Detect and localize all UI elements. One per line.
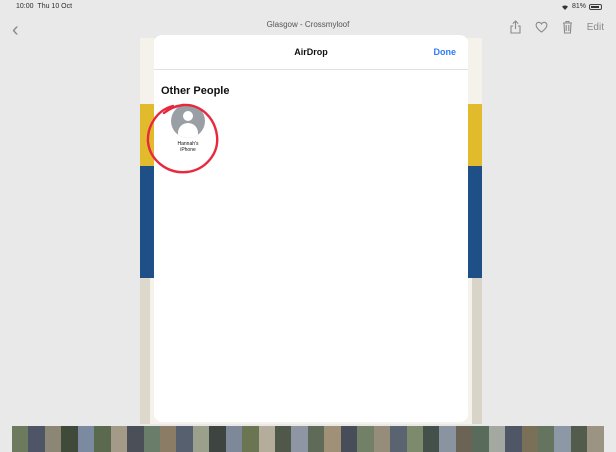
sheet-header: AirDrop Done (154, 35, 468, 70)
photo-right-edge (472, 278, 482, 424)
section-heading: Other People (161, 85, 230, 97)
airdrop-sheet: AirDrop Done Other People Hannah's iPhon… (154, 35, 468, 422)
trash-icon[interactable] (562, 20, 573, 34)
person-avatar-icon (171, 104, 205, 138)
battery-icon (589, 3, 602, 10)
photo-left-edge (140, 278, 150, 424)
status-bar: 10:00 Thu 10 Oct 81% (0, 0, 616, 14)
heart-icon[interactable] (535, 21, 548, 33)
status-right: 81% (561, 3, 602, 10)
share-icon[interactable] (510, 20, 521, 34)
wifi-icon (561, 4, 568, 10)
nav-actions: Edit (510, 20, 604, 34)
airdrop-person[interactable]: Hannah's iPhone (165, 104, 211, 153)
thumbnail-strip[interactable] (12, 426, 604, 452)
edit-button[interactable]: Edit (587, 22, 604, 33)
sheet-title: AirDrop (294, 47, 328, 57)
status-time: 10:00 Thu 10 Oct (16, 3, 73, 10)
battery-percent: 81% (571, 3, 586, 10)
device-name: Hannah's iPhone (177, 141, 199, 153)
done-button[interactable]: Done (434, 47, 457, 57)
